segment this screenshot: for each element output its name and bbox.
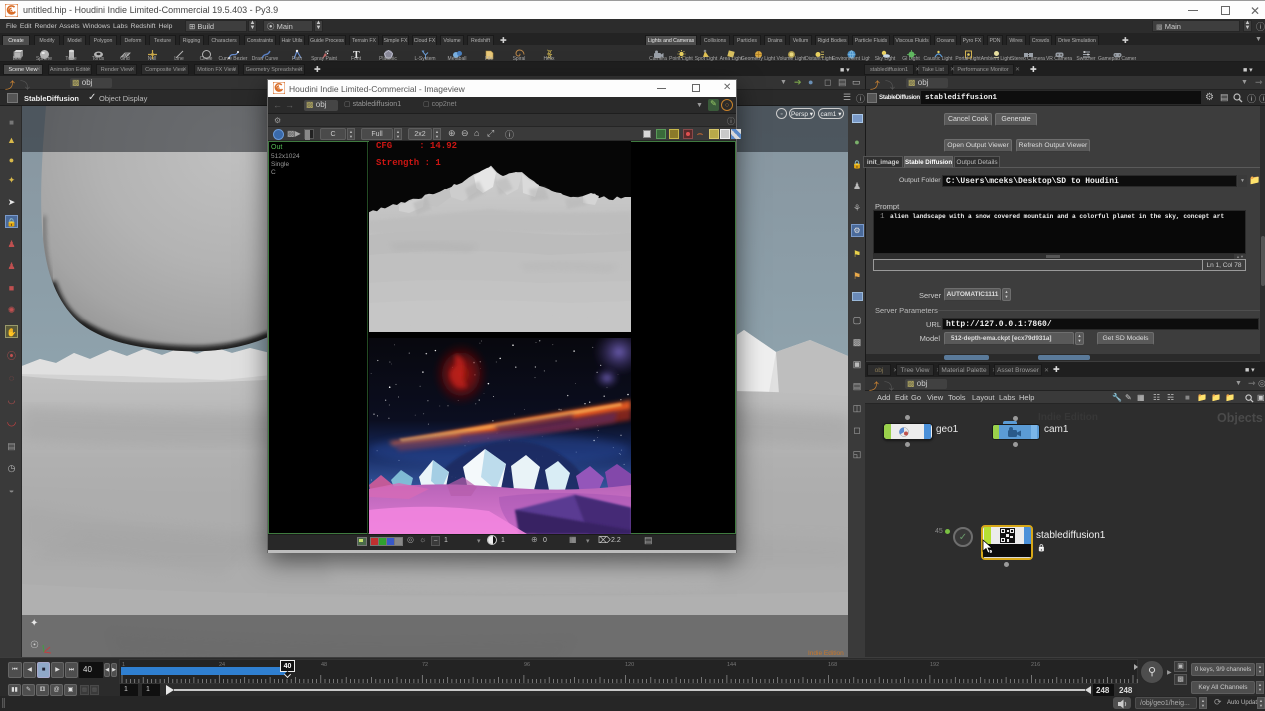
- svg-text:1: 1: [122, 662, 125, 668]
- svg-text:216: 216: [1031, 662, 1040, 668]
- svg-text:144: 144: [727, 662, 736, 668]
- svg-text:☉: ☉: [30, 640, 39, 651]
- svg-text:168: 168: [828, 662, 837, 668]
- svg-text:120: 120: [625, 662, 634, 668]
- svg-text:48: 48: [321, 662, 327, 668]
- svg-text:72: 72: [422, 662, 428, 668]
- svg-text:192: 192: [930, 662, 939, 668]
- svg-text:24: 24: [219, 662, 225, 668]
- svg-text:96: 96: [524, 662, 530, 668]
- svg-text:✦: ✦: [30, 618, 38, 629]
